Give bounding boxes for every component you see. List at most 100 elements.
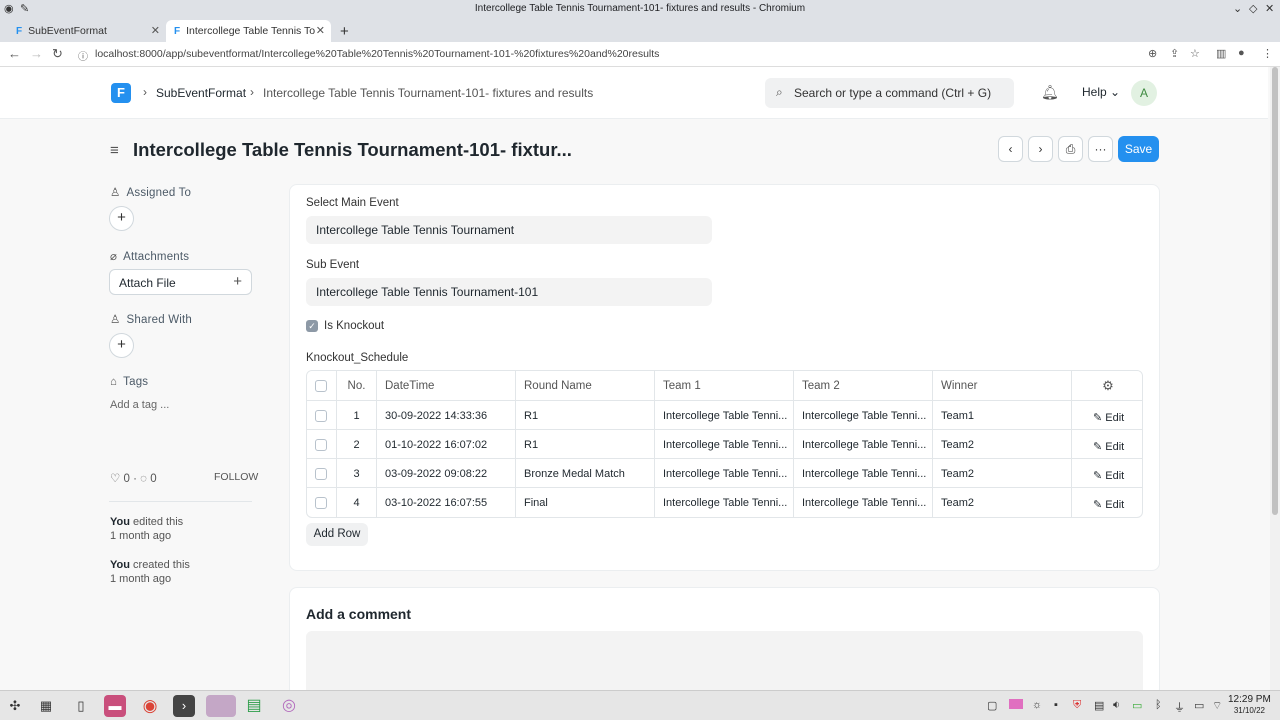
heart-icon[interactable]: ♡ bbox=[110, 473, 120, 485]
maximize-icon[interactable]: ◇ bbox=[1249, 2, 1257, 15]
bluetooth-icon[interactable]: ᛒ bbox=[1155, 699, 1162, 711]
files-icon[interactable]: ▯ bbox=[70, 695, 92, 717]
forward-icon[interactable]: → bbox=[30, 46, 43, 61]
app-launcher-icon[interactable]: ✣ bbox=[4, 695, 26, 717]
battery-icon[interactable]: ▭ bbox=[1132, 699, 1142, 712]
active-window-icon[interactable] bbox=[206, 695, 236, 717]
terminal-icon[interactable]: › bbox=[173, 695, 195, 717]
cell-winner[interactable]: Team2 bbox=[933, 488, 1072, 517]
media-icon[interactable]: ◎ bbox=[278, 695, 300, 717]
cell-team2[interactable]: Intercollege Table Tenni... bbox=[794, 459, 933, 488]
cell-round[interactable]: R1 bbox=[516, 401, 655, 430]
profile-icon[interactable]: ● bbox=[1238, 47, 1245, 59]
previous-doc-button[interactable]: ‹ bbox=[998, 136, 1023, 162]
next-doc-button[interactable]: › bbox=[1028, 136, 1053, 162]
cell-team1[interactable]: Intercollege Table Tenni... bbox=[655, 430, 794, 459]
weather-icon[interactable]: ☼ bbox=[1032, 699, 1042, 711]
shield-icon[interactable]: ⛨ bbox=[1073, 699, 1081, 712]
table-row[interactable]: 3 03-09-2022 09:08:22 Bronze Medal Match… bbox=[307, 459, 1142, 488]
table-row[interactable]: 2 01-10-2022 16:07:02 R1 Intercollege Ta… bbox=[307, 430, 1142, 459]
cell-round[interactable]: R1 bbox=[516, 430, 655, 459]
edit-row-button[interactable]: ✎ Edit bbox=[1093, 440, 1124, 453]
cell-datetime[interactable]: 03-09-2022 09:08:22 bbox=[377, 459, 516, 488]
row-checkbox[interactable] bbox=[315, 497, 327, 509]
zoom-icon[interactable]: ⊕ bbox=[1148, 47, 1157, 60]
close-window-icon[interactable]: ✕ bbox=[1265, 2, 1274, 15]
cell-round[interactable]: Bronze Medal Match bbox=[516, 459, 655, 488]
scrollbar-thumb[interactable] bbox=[1272, 67, 1278, 515]
sidepanel-icon[interactable]: ▥ bbox=[1216, 47, 1226, 60]
select-all-checkbox[interactable] bbox=[315, 380, 327, 392]
breadcrumb-doctype[interactable]: SubEventFormat bbox=[156, 86, 246, 100]
avatar[interactable]: A bbox=[1131, 80, 1157, 106]
add-tag-input[interactable]: Add a tag ... bbox=[110, 399, 169, 411]
add-row-button[interactable]: Add Row bbox=[306, 523, 368, 546]
close-tab-icon[interactable]: ✕ bbox=[151, 24, 160, 37]
bookmark-star-icon[interactable]: ☆ bbox=[1190, 47, 1200, 60]
table-row[interactable]: 4 03-10-2022 16:07:55 Final Intercollege… bbox=[307, 488, 1142, 517]
add-share-button[interactable]: + bbox=[109, 333, 134, 358]
add-assignee-button[interactable]: + bbox=[109, 206, 134, 231]
cell-team1[interactable]: Intercollege Table Tenni... bbox=[655, 401, 794, 430]
reload-icon[interactable]: ↻ bbox=[52, 46, 63, 62]
task-manager-icon[interactable]: ▦ bbox=[35, 695, 57, 717]
follow-button[interactable]: FOLLOW bbox=[214, 471, 258, 483]
row-checkbox[interactable] bbox=[315, 468, 327, 480]
more-menu-button[interactable]: ··· bbox=[1088, 136, 1113, 162]
cell-team2[interactable]: Intercollege Table Tenni... bbox=[794, 488, 933, 517]
back-icon[interactable]: ← bbox=[8, 46, 21, 61]
clock[interactable]: 12:29 PM 31/10/22 bbox=[1228, 694, 1271, 716]
grid-settings-icon[interactable]: ⚙ bbox=[1072, 371, 1142, 400]
site-info-icon[interactable]: ⓘ bbox=[78, 48, 88, 63]
cell-winner[interactable]: Team1 bbox=[933, 401, 1072, 430]
file-manager-icon[interactable]: ▬ bbox=[104, 695, 126, 717]
edit-row-button[interactable]: ✎ Edit bbox=[1093, 469, 1124, 482]
tab-subeventformat[interactable]: F SubEventFormat ✕ bbox=[8, 20, 166, 42]
main-event-field[interactable]: Intercollege Table Tennis Tournament bbox=[306, 216, 712, 244]
usb-icon[interactable]: ⏚ bbox=[1174, 699, 1185, 715]
edit-row-button[interactable]: ✎ Edit bbox=[1093, 411, 1124, 424]
row-checkbox[interactable] bbox=[315, 410, 327, 422]
breadcrumb-document[interactable]: Intercollege Table Tennis Tournament-101… bbox=[263, 86, 593, 100]
tab-current[interactable]: F Intercollege Table Tennis To ✕ bbox=[166, 20, 331, 42]
sidebar-toggle-icon[interactable]: ≡ bbox=[110, 142, 119, 159]
cell-winner[interactable]: Team2 bbox=[933, 459, 1072, 488]
spreadsheet-icon[interactable]: ▤ bbox=[243, 695, 265, 717]
close-tab-icon[interactable]: ✕ bbox=[316, 24, 325, 37]
edit-row-button[interactable]: ✎ Edit bbox=[1093, 498, 1124, 511]
attach-file-button[interactable]: Attach File + bbox=[109, 269, 252, 295]
minimize-icon[interactable]: ⌄ bbox=[1233, 2, 1242, 15]
volume-icon[interactable]: 🔉︎ bbox=[1113, 699, 1120, 712]
display-icon[interactable]: ▭ bbox=[1194, 699, 1204, 712]
page-scrollbar[interactable] bbox=[1270, 67, 1280, 690]
print-button[interactable]: ⎙ bbox=[1058, 136, 1083, 162]
is-knockout-checkbox[interactable]: ✓ bbox=[306, 320, 318, 332]
frappe-logo[interactable]: F bbox=[111, 83, 131, 103]
color-indicator-icon[interactable] bbox=[1009, 699, 1023, 709]
table-row[interactable]: 1 30-09-2022 14:33:36 R1 Intercollege Ta… bbox=[307, 401, 1142, 430]
wifi-icon[interactable]: ⌔ bbox=[1212, 699, 1222, 713]
notification-bell-icon[interactable]: 🔔︎ bbox=[1041, 84, 1059, 101]
new-tab-icon[interactable]: + bbox=[332, 20, 352, 42]
cell-datetime[interactable]: 30-09-2022 14:33:36 bbox=[377, 401, 516, 430]
comment-icon[interactable]: ◌ bbox=[140, 473, 147, 485]
cell-team1[interactable]: Intercollege Table Tenni... bbox=[655, 488, 794, 517]
url-field[interactable]: localhost:8000/app/subeventformat/Interc… bbox=[95, 48, 659, 60]
cell-datetime[interactable]: 01-10-2022 16:07:02 bbox=[377, 430, 516, 459]
window-icon[interactable]: ▢ bbox=[987, 699, 997, 712]
menu-icon[interactable]: ⋮ bbox=[1262, 47, 1273, 60]
cell-round[interactable]: Final bbox=[516, 488, 655, 517]
cell-winner[interactable]: Team2 bbox=[933, 430, 1072, 459]
chromium-taskbar-icon[interactable]: ◉ bbox=[139, 695, 161, 717]
sub-event-field[interactable]: Intercollege Table Tennis Tournament-101 bbox=[306, 278, 712, 306]
search-input[interactable]: ⌕ Search or type a command (Ctrl + G) bbox=[765, 78, 1014, 108]
cell-team2[interactable]: Intercollege Table Tenni... bbox=[794, 401, 933, 430]
cell-datetime[interactable]: 03-10-2022 16:07:55 bbox=[377, 488, 516, 517]
cell-team1[interactable]: Intercollege Table Tenni... bbox=[655, 459, 794, 488]
row-checkbox[interactable] bbox=[315, 439, 327, 451]
save-button[interactable]: Save bbox=[1118, 136, 1159, 162]
cell-team2[interactable]: Intercollege Table Tenni... bbox=[794, 430, 933, 459]
help-dropdown[interactable]: Help ⌄ bbox=[1082, 85, 1120, 99]
share-icon[interactable]: ⇪ bbox=[1170, 47, 1179, 60]
comment-input[interactable] bbox=[306, 631, 1143, 697]
